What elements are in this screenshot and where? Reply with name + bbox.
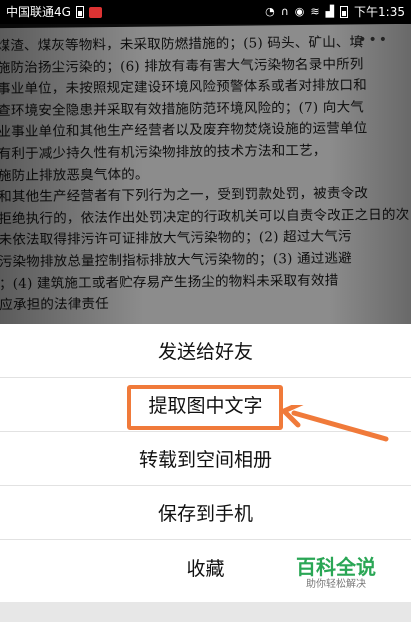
bottom-bar <box>0 602 411 622</box>
doc-line: 应承担的法律责任 <box>0 296 109 314</box>
weibo-icon <box>88 6 102 18</box>
pointer-arrow-icon <box>281 405 389 442</box>
document-photo: 煤渣、煤灰等物料，未采取防燃措施的；(5) 码头、矿山、填 施防治扬尘污染的；(… <box>0 24 411 324</box>
alarm-icon: ◔ <box>265 5 275 18</box>
more-icon[interactable]: ••• <box>358 32 389 48</box>
battery-icon <box>75 6 84 18</box>
doc-line: 污染物排放总量控制指标排放大气污染物的；(3) 通过逃避 <box>0 250 352 271</box>
watermark-title: 百科全说 <box>296 555 376 579</box>
clock: 下午1:35 <box>354 5 405 19</box>
status-bar: 中国联通4G ◔ ∩ ◉ ≋ ▟ 下午1:35 <box>0 0 411 24</box>
highlight-box <box>127 385 283 430</box>
battery-icon <box>340 6 349 18</box>
menu-item-send-to-friend[interactable]: 发送给好友 <box>0 324 411 378</box>
headset-icon: ∩ <box>280 5 289 18</box>
menu-item-save-to-phone[interactable]: 保存到手机 <box>0 486 411 540</box>
wifi-icon: ≋ <box>310 5 320 18</box>
status-left: 中国联通4G <box>6 0 102 24</box>
doc-line: 业事业单位和其他生产经营者以及废弃物焚烧设施的运营单位 <box>0 120 368 141</box>
status-right: ◔ ∩ ◉ ≋ ▟ 下午1:35 <box>265 0 405 24</box>
eye-icon: ◉ <box>294 5 305 18</box>
watermark-logo: 百科全说 助你轻松解决 <box>296 556 376 594</box>
signal-icon: ▟ <box>325 5 335 18</box>
photo-preview[interactable]: 煤渣、煤灰等物料，未采取防燃措施的；(5) 码头、矿山、填 施防治扬尘污染的；(… <box>0 24 411 324</box>
carrier-label: 中国联通4G <box>6 5 71 19</box>
watermark-subtitle: 助你轻松解决 <box>306 579 366 590</box>
